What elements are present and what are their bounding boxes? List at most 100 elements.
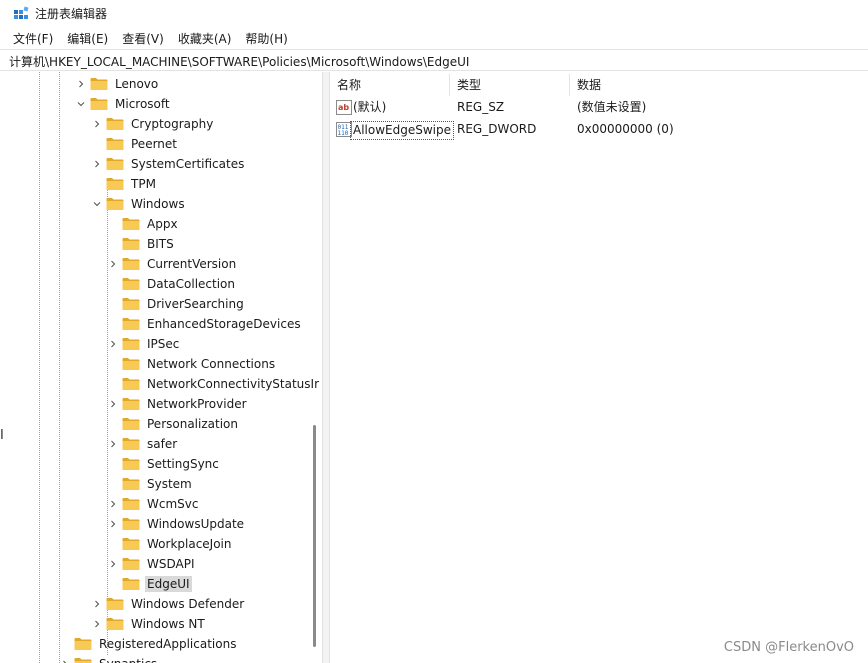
tree-node-label: DataCollection [147, 277, 236, 291]
tree-node-label: RegisteredApplications [99, 637, 237, 651]
value-data: 0x00000000 (0) [577, 122, 674, 136]
column-header-data[interactable]: 数据 [570, 74, 858, 96]
folder-icon [122, 417, 140, 431]
value-type: REG_SZ [457, 100, 505, 114]
tree-node[interactable]: Personalization [107, 414, 240, 434]
tree-node[interactable]: NetworkProvider [107, 394, 249, 414]
folder-icon [122, 377, 140, 391]
folder-icon [122, 317, 140, 331]
tree-scrollbar-thumb[interactable] [313, 425, 316, 647]
tree-node[interactable]: safer [107, 434, 179, 454]
tree-node[interactable]: EdgeUI [107, 574, 192, 594]
tree-node[interactable]: DataCollection [107, 274, 237, 294]
tree-node[interactable]: IPSec [107, 334, 181, 354]
folder-icon [122, 217, 140, 231]
folder-icon [122, 457, 140, 471]
menu-view[interactable]: 查看(V) [115, 28, 171, 49]
tree-guide-line [59, 72, 60, 663]
menu-edit[interactable]: 编辑(E) [60, 28, 115, 49]
menu-favorites[interactable]: 收藏夹(A) [171, 28, 239, 49]
chevron-right-icon[interactable] [59, 654, 71, 663]
tree-node-label: Personalization [147, 417, 238, 431]
folder-icon [122, 277, 140, 291]
chevron-down-icon[interactable] [91, 194, 103, 214]
svg-text:ab: ab [338, 103, 349, 112]
watermark: CSDN @FlerkenOvO [723, 640, 854, 655]
chevron-right-icon[interactable] [91, 154, 103, 174]
value-data: (数值未设置) [577, 100, 647, 114]
value-row[interactable]: ab (默认) REG_SZ (数值未设置) [330, 97, 858, 118]
menu-bar: 文件(F) 编辑(E) 查看(V) 收藏夹(A) 帮助(H) [0, 28, 868, 48]
tree-node[interactable]: DriverSearching [107, 294, 246, 314]
folder-icon [122, 357, 140, 371]
tree-node[interactable]: SettingSync [107, 454, 221, 474]
chevron-right-icon[interactable] [107, 494, 119, 514]
chevron-right-icon[interactable] [107, 434, 119, 454]
tree-node[interactable]: NetworkConnectivityStatusIr [107, 374, 321, 394]
tree-node[interactable]: WSDAPI [107, 554, 197, 574]
value-row[interactable]: 011 110 AllowEdgeSwipe REG_DWORD 0x00000… [330, 119, 858, 140]
tree-node[interactable]: Synaptics [59, 654, 159, 663]
tree-node-label: EnhancedStorageDevices [147, 317, 301, 331]
chevron-right-icon[interactable] [107, 334, 119, 354]
tree-node[interactable]: RegisteredApplications [59, 634, 238, 654]
chevron-right-icon[interactable] [107, 554, 119, 574]
tree-node[interactable]: WorkplaceJoin [107, 534, 234, 554]
tree-node[interactable]: Windows NT [91, 614, 207, 634]
tree-node[interactable]: CurrentVersion [107, 254, 238, 274]
tree-node[interactable]: Cryptography [91, 114, 215, 134]
menu-help[interactable]: 帮助(H) [238, 28, 294, 49]
tree-node-label: Windows NT [131, 617, 205, 631]
folder-icon [122, 297, 140, 311]
tree-node-label: SystemCertificates [131, 157, 245, 171]
tree-node-label: Network Connections [147, 357, 276, 371]
tree-node[interactable]: Peernet [91, 134, 179, 154]
values-list[interactable]: 名称 类型 数据 ab (默认) REG_SZ (数值未设置) 011 110 … [330, 72, 868, 663]
tree-node[interactable]: Lenovo [75, 74, 160, 94]
tree-node[interactable]: TPM [91, 174, 158, 194]
chevron-right-icon[interactable] [91, 614, 103, 634]
tree-node[interactable]: SystemCertificates [91, 154, 246, 174]
tree-node[interactable]: WindowsUpdate [107, 514, 246, 534]
tree-node[interactable]: Windows [91, 194, 187, 214]
folder-icon [122, 497, 140, 511]
tree-node[interactable]: Appx [107, 214, 180, 234]
chevron-right-icon[interactable] [91, 594, 103, 614]
tree-guide-line [39, 72, 40, 663]
tree-node[interactable]: Windows Defender [91, 594, 246, 614]
column-header-name[interactable]: 名称 [330, 74, 450, 96]
chevron-right-icon[interactable] [107, 394, 119, 414]
folder-icon [90, 77, 108, 91]
registry-tree[interactable]: Lenovo Microsoft Cryptography Peernet System… [7, 72, 322, 663]
tree-node-label: IPSec [147, 337, 180, 351]
chevron-right-icon[interactable] [75, 74, 87, 94]
tree-node-label: Peernet [131, 137, 177, 151]
tree-node-label: EdgeUI [145, 576, 192, 592]
tree-node[interactable]: WcmSvc [107, 494, 200, 514]
menu-file[interactable]: 文件(F) [6, 28, 60, 49]
tree-node[interactable]: System [107, 474, 194, 494]
address-path[interactable]: 计算机\HKEY_LOCAL_MACHINE\SOFTWARE\Policies… [9, 53, 469, 70]
value-name[interactable]: AllowEdgeSwipe [350, 121, 454, 140]
tree-node[interactable]: Microsoft [75, 94, 172, 114]
address-bar[interactable]: 计算机\HKEY_LOCAL_MACHINE\SOFTWARE\Policies… [0, 49, 868, 71]
tree-node[interactable]: EnhancedStorageDevices [107, 314, 303, 334]
folder-icon [122, 437, 140, 451]
chevron-right-icon[interactable] [107, 514, 119, 534]
chevron-right-icon[interactable] [91, 114, 103, 134]
chevron-down-icon[interactable] [75, 94, 87, 114]
tree-node-label: NetworkProvider [147, 397, 247, 411]
column-header-type[interactable]: 类型 [450, 74, 570, 96]
pane-splitter[interactable] [322, 72, 330, 663]
tree-node-label: System [147, 477, 192, 491]
tree-node-label: safer [147, 437, 178, 451]
chevron-right-icon[interactable] [107, 254, 119, 274]
string-value-icon: ab [336, 100, 352, 115]
tree-node-label: WindowsUpdate [147, 517, 245, 531]
tree-node[interactable]: BITS [107, 234, 176, 254]
tree-node[interactable]: Network Connections [107, 354, 277, 374]
